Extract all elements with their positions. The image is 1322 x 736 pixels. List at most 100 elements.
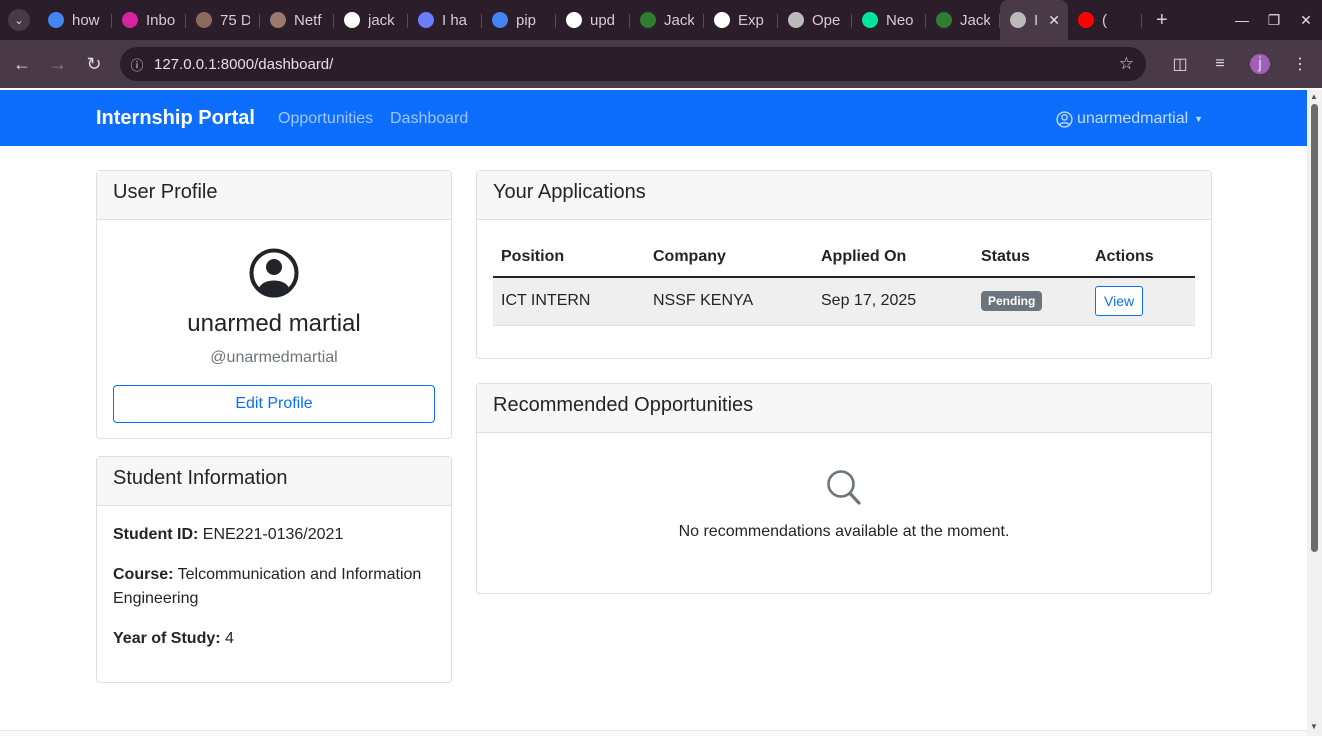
view-application-button[interactable]: View xyxy=(1095,286,1144,317)
browser-tab[interactable]: 75 D xyxy=(186,4,260,36)
hub-icon xyxy=(344,12,360,28)
user-dropdown-label: unarmedmartial xyxy=(1077,110,1189,127)
cell-position: ICT INTERN xyxy=(493,277,645,326)
tab-search-chevron-icon[interactable]: ⌄ xyxy=(8,9,30,31)
browser-tab-title: ( xyxy=(1102,11,1107,29)
scrollbar-thumb[interactable] xyxy=(1311,104,1318,552)
browser-tab[interactable]: upd xyxy=(556,4,630,36)
browser-tab[interactable]: Inbo xyxy=(112,4,186,36)
student-info-card: Student Information Student ID: ENE221-0… xyxy=(96,456,452,683)
student-info-header: Student Information xyxy=(97,457,451,506)
youtube-icon xyxy=(1078,12,1094,28)
no-recommendations-text: No recommendations available at the mome… xyxy=(678,523,1010,540)
browser-tab[interactable]: Neo xyxy=(852,4,926,36)
browser-tab[interactable]: ( xyxy=(1068,4,1142,36)
table-row: ICT INTERN NSSF KENYA Sep 17, 2025 Pendi… xyxy=(493,277,1195,326)
year-label: Year of Study: xyxy=(113,630,221,647)
tab-strip: how Inbo 75 D Netf jack I ha pip upd Jack Exp Ope N… xyxy=(38,0,1142,40)
edit-profile-button[interactable]: Edit Profile xyxy=(113,385,435,423)
site-navbar: Internship Portal Opportunities Dashboar… xyxy=(0,90,1307,146)
column-header-actions: Actions xyxy=(1087,237,1195,278)
browser-tab-title: jack xyxy=(368,11,395,29)
close-tab-icon[interactable]: ✕ xyxy=(1048,12,1060,29)
cell-company: NSSF KENYA xyxy=(645,277,813,326)
applications-card: Your Applications Position Company Appli… xyxy=(476,170,1212,359)
column-header-status: Status xyxy=(973,237,1087,278)
nav-dashboard-link[interactable]: Dashboard xyxy=(390,110,468,128)
student-id-label: Student ID: xyxy=(113,526,199,543)
avatar-icon xyxy=(196,12,212,28)
search-magnifier-icon xyxy=(827,470,861,505)
cell-applied-on: Sep 17, 2025 xyxy=(813,277,973,326)
brand-link[interactable]: Internship Portal xyxy=(96,107,255,130)
status-badge: Pending xyxy=(981,291,1043,312)
scroll-up-arrow-icon[interactable]: ▲ xyxy=(1310,92,1318,101)
course-label: Course: xyxy=(113,566,174,583)
browser-toolbar: ← → ↻ ⓘ 127.0.0.1:8000/dashboard/ ☆ ◫ ≡ … xyxy=(0,40,1322,88)
year-value: 4 xyxy=(225,630,234,647)
reload-icon[interactable]: ↻ xyxy=(76,54,112,75)
browser-tab-title: Ope xyxy=(812,11,841,29)
footer-strip xyxy=(0,730,1307,736)
profile-username: @unarmedmartial xyxy=(210,349,338,366)
browser-tab-title: pip xyxy=(516,11,537,29)
close-window-icon[interactable]: ✕ xyxy=(1290,12,1322,29)
extensions-puzzle-icon[interactable]: ◫ xyxy=(1160,54,1200,74)
cell-actions: View xyxy=(1087,277,1195,326)
flag-icon xyxy=(936,12,952,28)
vercel-icon xyxy=(418,12,434,28)
google-icon xyxy=(492,12,508,28)
browser-tab[interactable]: Ope xyxy=(778,4,852,36)
page-viewport: Internship Portal Opportunities Dashboar… xyxy=(0,90,1307,736)
browser-right-tools: ◫ ≡ j ⋮ xyxy=(1160,40,1320,88)
url-text[interactable]: 127.0.0.1:8000/dashboard/ xyxy=(154,56,333,73)
browser-tab[interactable]: jack xyxy=(334,4,408,36)
new-tab-plus-icon[interactable]: + xyxy=(1156,9,1168,32)
neon-icon xyxy=(862,12,878,28)
page-scrollbar[interactable]: ▲ ▼ xyxy=(1307,90,1322,736)
student-id-row: Student ID: ENE221-0136/2021 xyxy=(113,523,433,547)
caret-down-icon: ▼ xyxy=(1194,114,1204,124)
kebab-menu-icon[interactable]: ⋮ xyxy=(1280,54,1320,74)
browser-tab[interactable]: I ✕ xyxy=(1000,0,1068,40)
forward-arrow-icon[interactable]: → xyxy=(40,54,76,75)
column-header-position: Position xyxy=(493,237,645,278)
browser-tab[interactable]: I ha xyxy=(408,4,482,36)
user-dropdown[interactable]: unarmedmartial ▼ xyxy=(1056,110,1203,128)
maximize-icon[interactable]: ❐ xyxy=(1258,12,1290,29)
browser-tab[interactable]: Netf xyxy=(260,4,334,36)
browser-tab[interactable]: pip xyxy=(482,4,556,36)
instagram-icon xyxy=(122,12,138,28)
profile-avatar-icon[interactable]: j xyxy=(1250,54,1270,74)
browser-tab[interactable]: Exp xyxy=(704,4,778,36)
browser-tab-title: upd xyxy=(590,11,616,29)
nav-opportunities-link[interactable]: Opportunities xyxy=(278,110,373,128)
browser-tab-title: Jack xyxy=(960,11,990,29)
year-row: Year of Study: 4 xyxy=(113,627,433,651)
address-bar[interactable]: ⓘ 127.0.0.1:8000/dashboard/ ☆ xyxy=(120,47,1146,81)
site-info-icon[interactable]: ⓘ xyxy=(120,55,154,74)
course-row: Course: Telcommunication and Information… xyxy=(113,563,433,611)
globe-icon xyxy=(788,12,804,28)
browser-tab[interactable]: Jack xyxy=(630,4,704,36)
browser-tab-title: Netf xyxy=(294,11,322,29)
back-arrow-icon[interactable]: ← xyxy=(4,54,40,75)
media-queue-icon[interactable]: ≡ xyxy=(1200,55,1240,73)
browser-tab-title: Jack xyxy=(664,11,694,29)
applications-table: Position Company Applied On Status Actio… xyxy=(493,237,1195,326)
user-avatar-icon xyxy=(249,248,299,298)
bookmark-star-icon[interactable]: ☆ xyxy=(1119,54,1134,74)
browser-tab-title: I ha xyxy=(442,11,468,29)
avatar-icon xyxy=(270,12,286,28)
user-profile-card: User Profile unarmed martial @unarmedmar… xyxy=(96,170,452,439)
browser-tab[interactable]: Jack xyxy=(926,4,1000,36)
browser-tab-title: how xyxy=(72,11,100,29)
scroll-down-arrow-icon[interactable]: ▼ xyxy=(1310,722,1318,731)
user-circle-icon xyxy=(1056,110,1073,128)
openai-icon xyxy=(714,12,730,28)
browser-tab-title: Neo xyxy=(886,11,914,29)
google-icon xyxy=(48,12,64,28)
minimize-icon[interactable]: — xyxy=(1226,12,1258,28)
browser-tab-title: 75 D xyxy=(220,11,250,29)
browser-tab[interactable]: how xyxy=(38,4,112,36)
